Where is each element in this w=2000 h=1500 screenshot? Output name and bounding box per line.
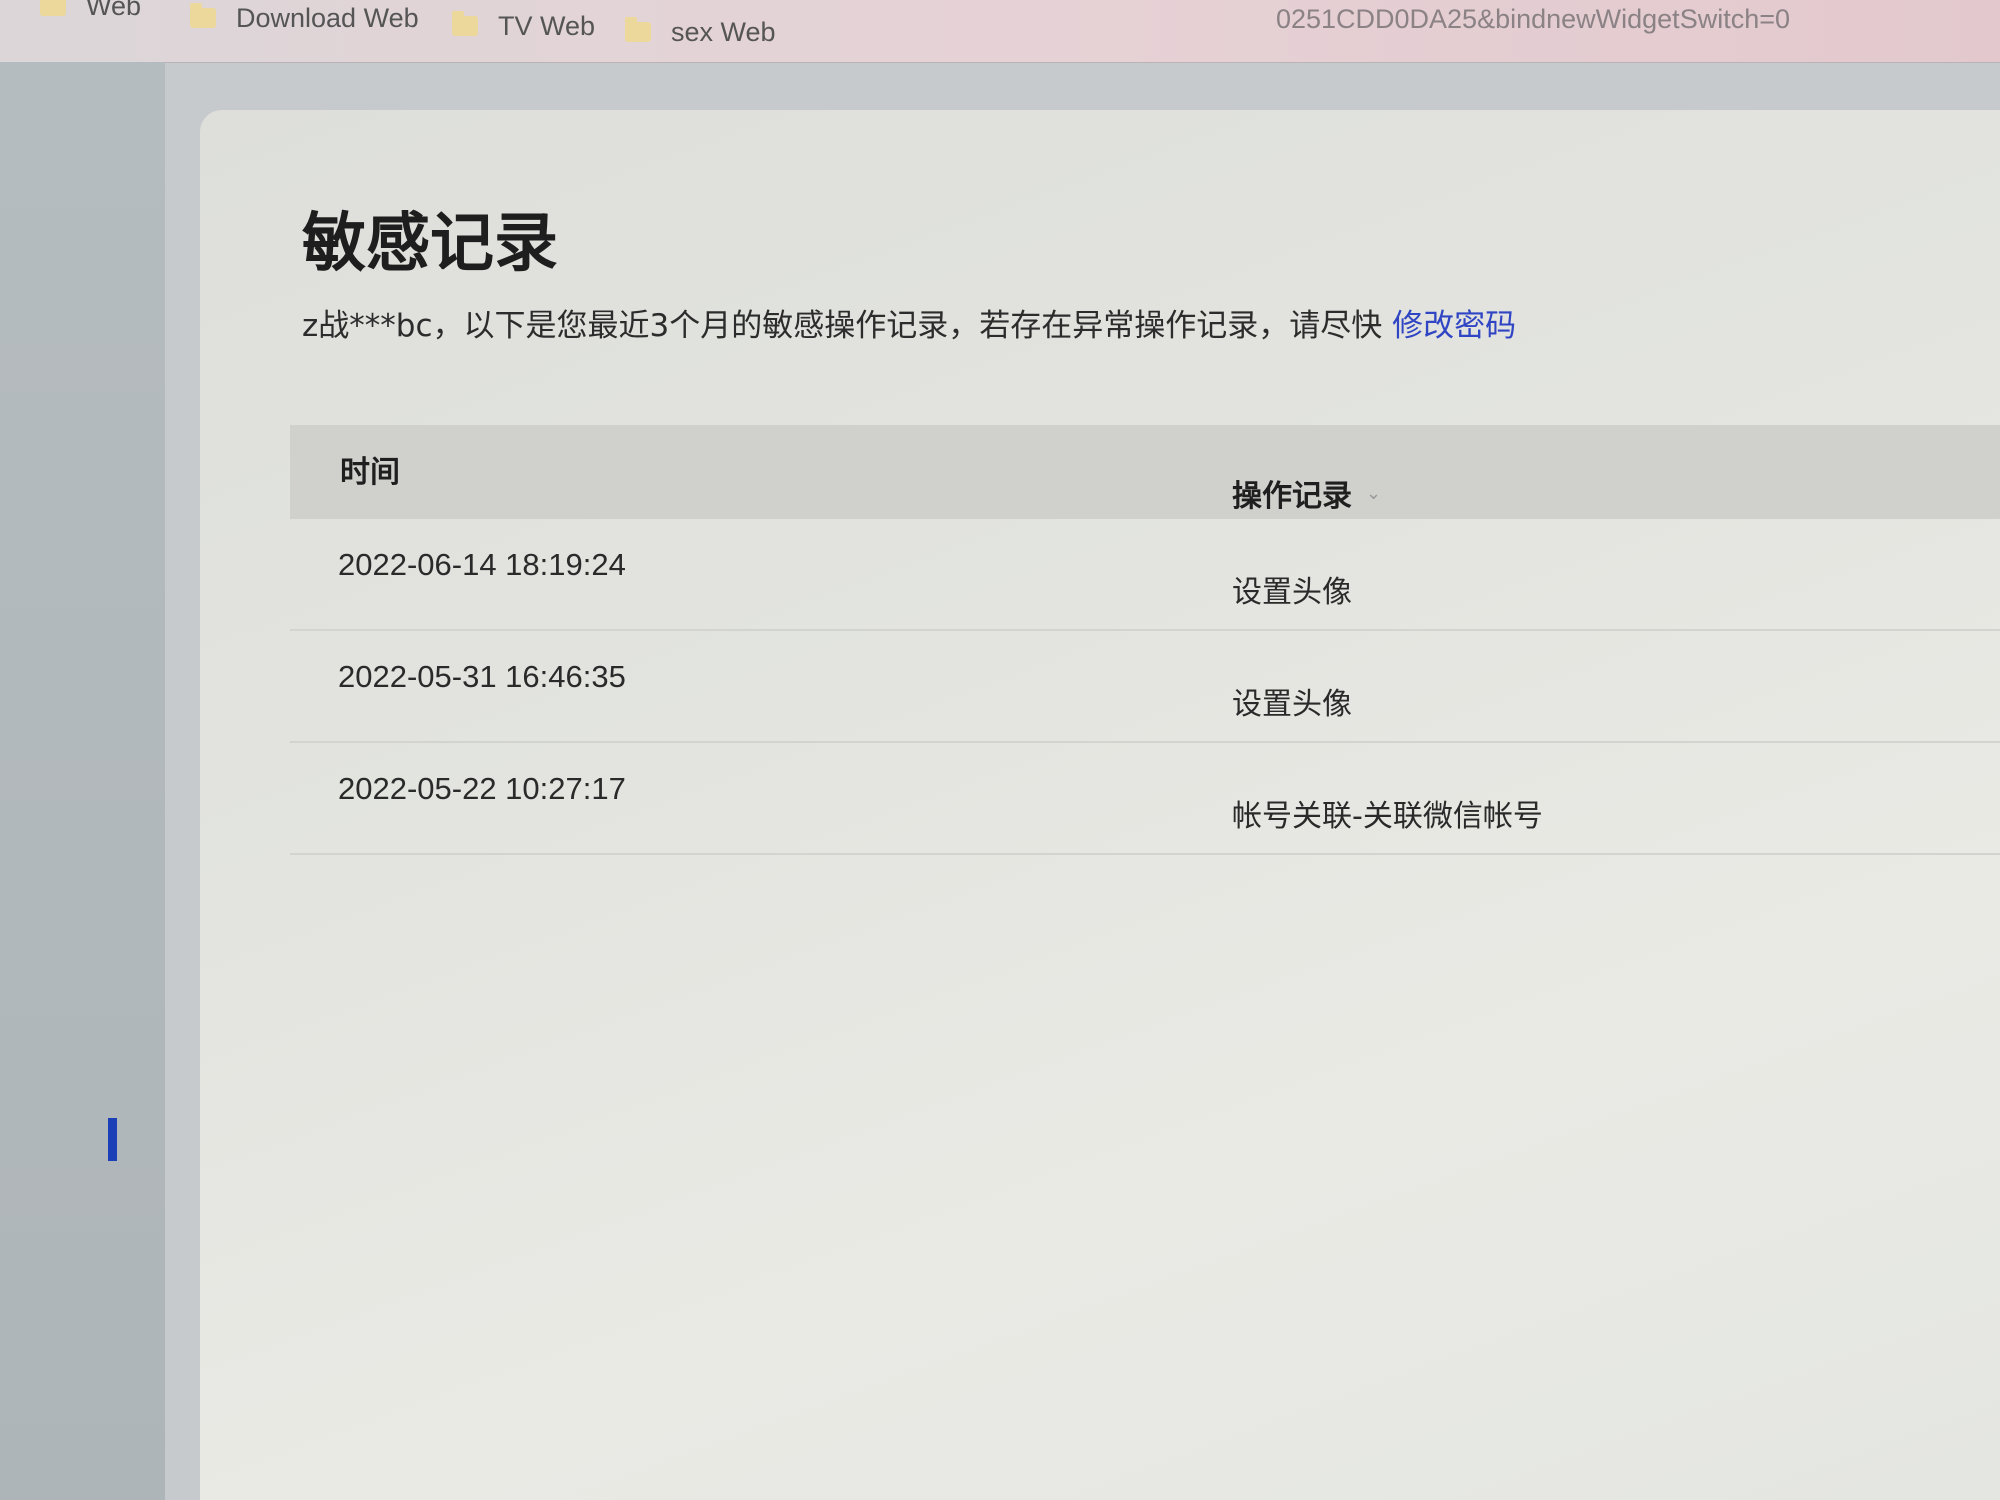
column-header-operation[interactable]: 操作记录 ⌄ xyxy=(1232,471,1381,515)
intro-message: z战***bc，以下是您最近3个月的敏感操作记录，若存在异常操作记录，请尽快 xyxy=(302,308,1383,344)
intro-text: z战***bc，以下是您最近3个月的敏感操作记录，若存在异常操作记录，请尽快 修… xyxy=(302,300,1516,345)
row-operation: 设置头像 xyxy=(1232,687,1352,722)
folder-icon xyxy=(625,17,651,42)
change-password-link[interactable]: 修改密码 xyxy=(1392,308,1516,344)
row-operation: 设置头像 xyxy=(1232,575,1352,610)
column-header-operation-label: 操作记录 xyxy=(1232,479,1352,514)
active-indicator xyxy=(108,1118,117,1161)
chevron-down-icon[interactable]: ⌄ xyxy=(1366,483,1381,504)
bookmark-tv-web[interactable]: TV Web xyxy=(452,6,595,46)
table-header: 时间 操作记录 ⌄ xyxy=(290,425,2000,519)
folder-icon xyxy=(190,3,216,28)
table-row: 2022-05-31 16:46:35 设置头像 xyxy=(290,631,2000,743)
side-rail xyxy=(0,62,165,1500)
folder-icon xyxy=(40,0,66,16)
bookmark-label: Web xyxy=(86,0,142,21)
bookmark-label: Download Web xyxy=(236,2,419,33)
table-row: 2022-05-22 10:27:17 帐号关联-关联微信帐号 xyxy=(290,743,2000,855)
folder-icon xyxy=(452,11,478,36)
row-time: 2022-06-14 18:19:24 xyxy=(338,547,626,582)
bookmark-label: sex Web xyxy=(671,16,776,47)
row-time: 2022-05-31 16:46:35 xyxy=(338,659,626,694)
bookmarks-bar: Web Download Web TV Web sex Web 0251CDD0… xyxy=(0,0,2000,63)
row-operation: 帐号关联-关联微信帐号 xyxy=(1232,799,1543,834)
bookmark-label: TV Web xyxy=(498,10,596,41)
column-header-time: 时间 xyxy=(340,455,400,490)
bookmark-sex-web[interactable]: sex Web xyxy=(625,12,776,52)
bookmark-download-web[interactable]: Download Web xyxy=(190,0,419,38)
bookmark-web[interactable]: Web xyxy=(40,0,141,26)
url-fragment: 0251CDD0DA25&bindnewWidgetSwitch=0 xyxy=(1275,4,1790,34)
records-table: 时间 操作记录 ⌄ 2022-06-14 18:19:24 设置头像 2022-… xyxy=(290,425,2000,855)
table-row: 2022-06-14 18:19:24 设置头像 xyxy=(290,519,2000,631)
page-title: 敏感记录 xyxy=(302,207,558,281)
row-time: 2022-05-22 10:27:17 xyxy=(338,771,626,806)
